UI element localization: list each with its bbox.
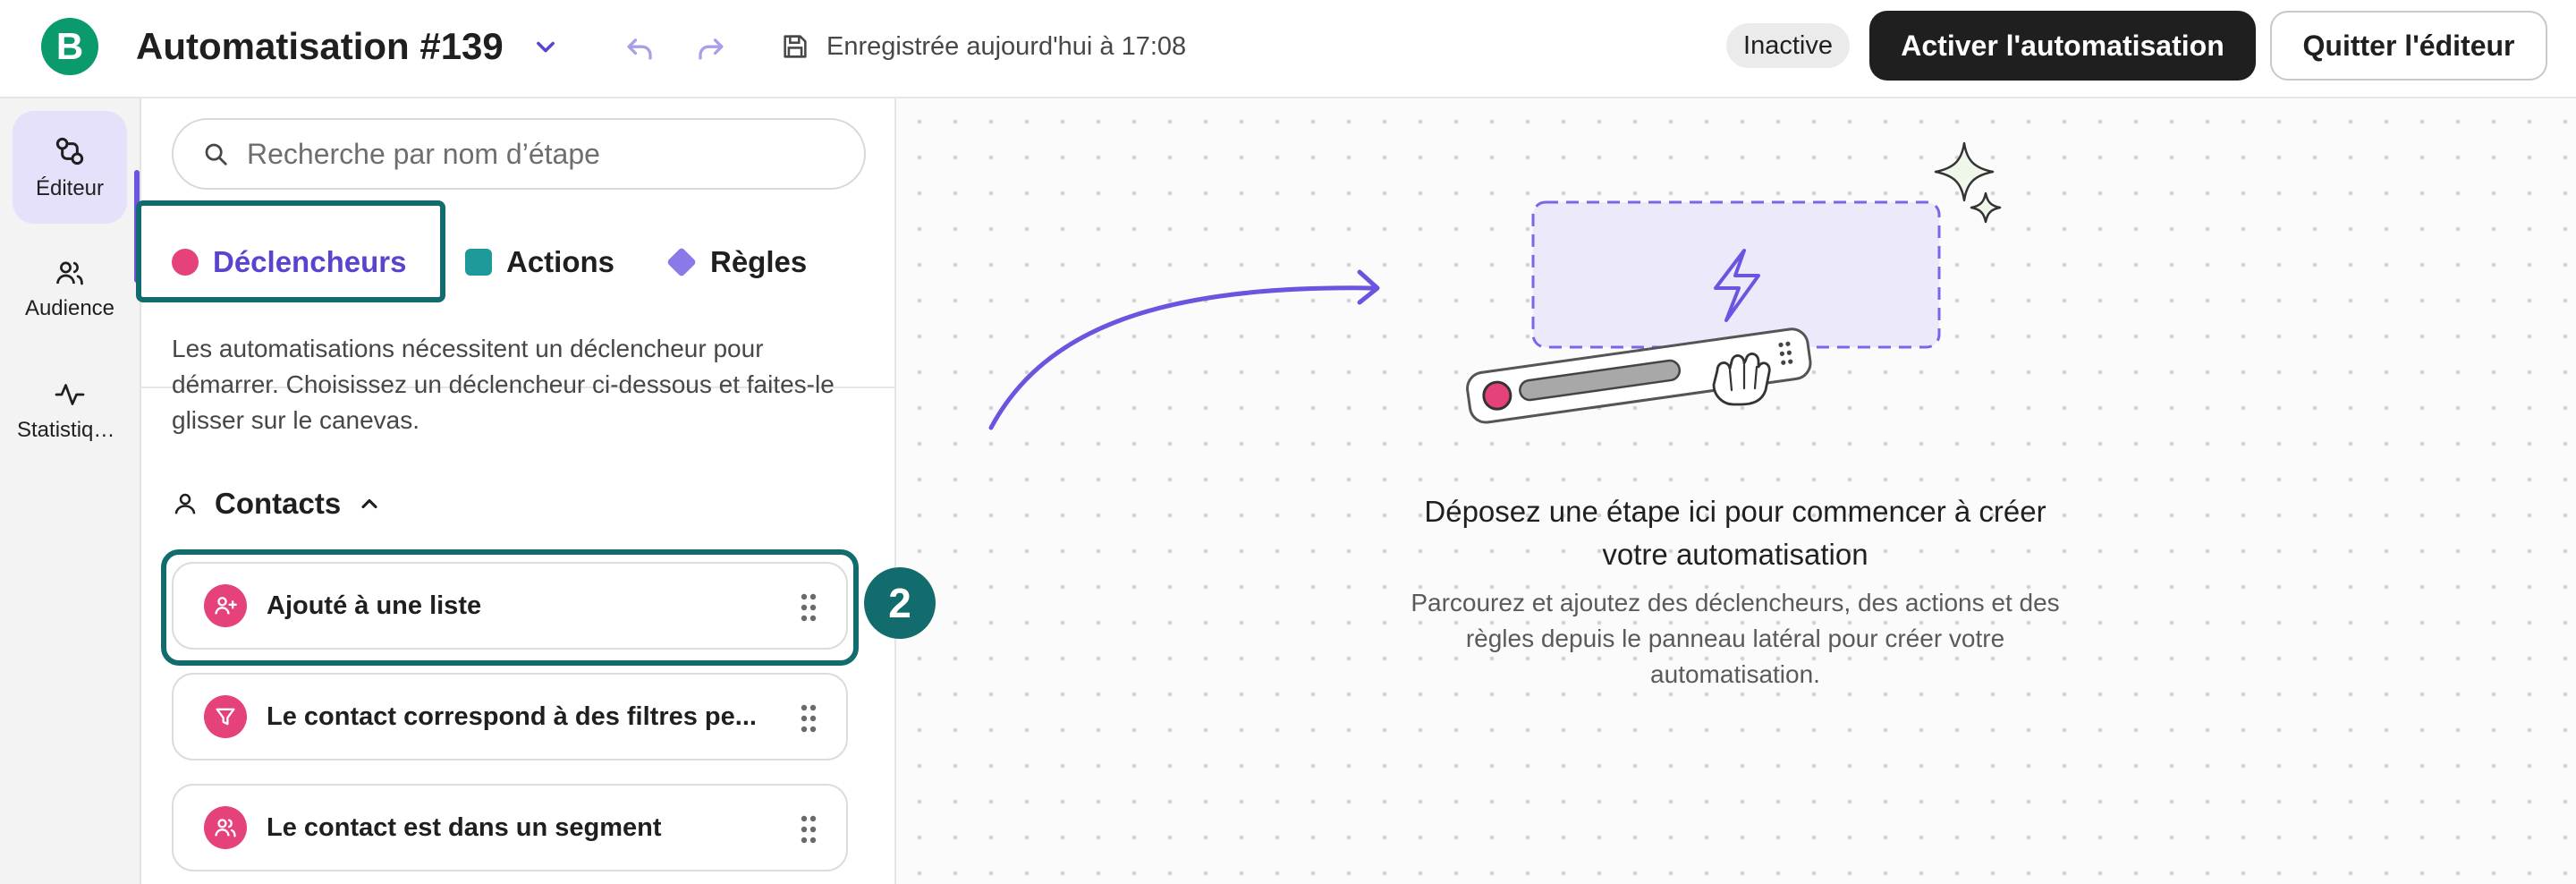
empty-state-description: Parcourez et ajoutez des déclencheurs, d…	[1411, 589, 2060, 688]
step-number-badge: 2	[864, 567, 936, 639]
empty-state-title: Déposez une étape ici pour commencer à c…	[1424, 495, 2046, 571]
curved-arrow-icon	[988, 285, 1378, 430]
sparkle-icon	[1934, 141, 1995, 202]
empty-canvas-illustration	[988, 141, 2002, 430]
